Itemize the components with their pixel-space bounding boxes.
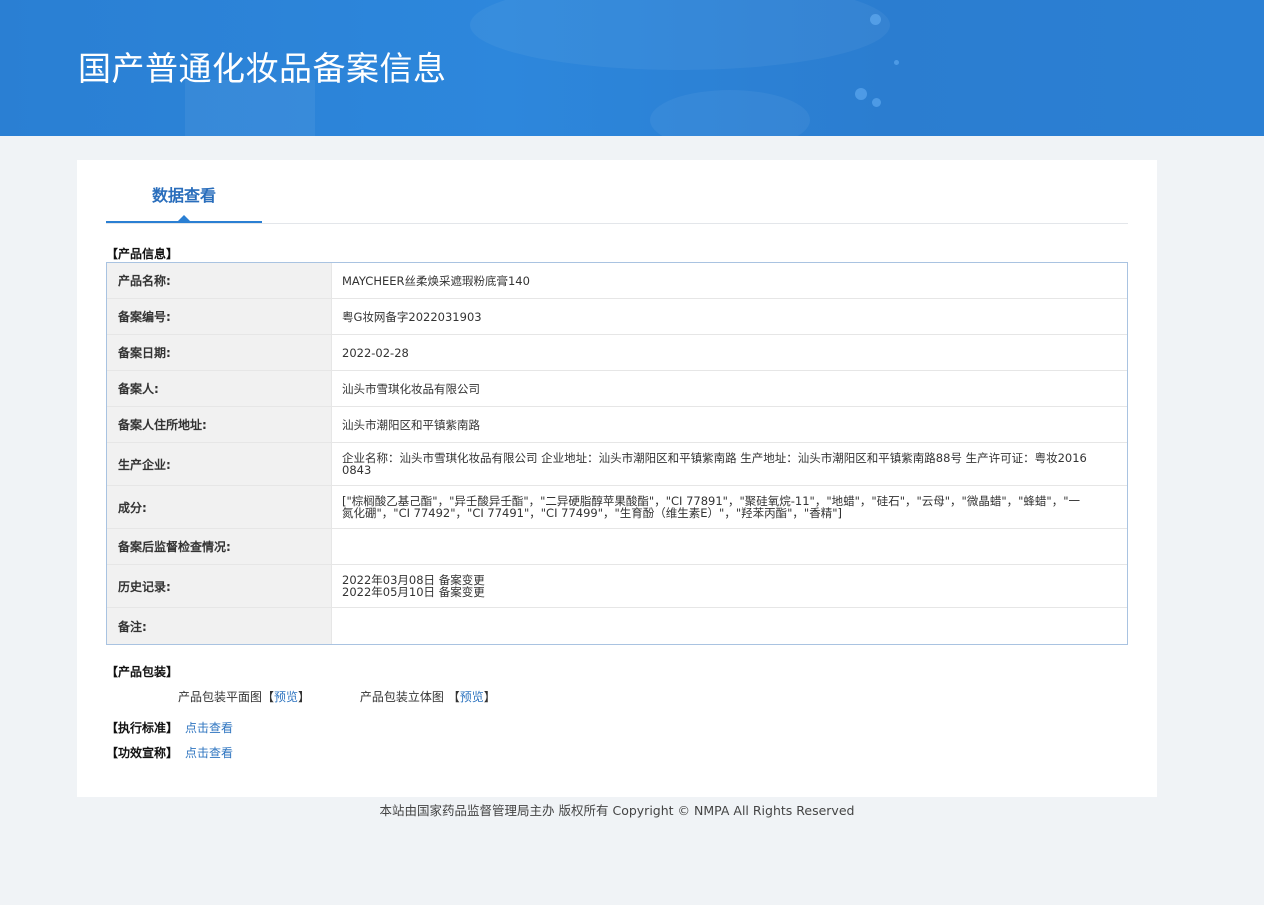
- content-card: 数据查看 【产品信息】 产品名称: MAYCHEER丝柔焕采遮瑕粉底膏140 备…: [77, 160, 1157, 797]
- header-banner: 国产普通化妆品备案信息: [0, 0, 1264, 136]
- packaging-solid-label: 产品包装立体图: [359, 690, 444, 704]
- row-value-post-inspection: [332, 529, 1127, 564]
- table-row: 成分: ["棕榈酸乙基己酯"，"异壬酸异壬酯"，"二异硬脂醇苹果酸酯"，"CI …: [107, 486, 1127, 529]
- packaging-row: 产品包装平面图【预览】 产品包装立体图 【预览】: [178, 689, 496, 705]
- standard-view-link[interactable]: 点击查看: [185, 721, 233, 735]
- banner-dot: [894, 60, 899, 65]
- efficacy-row: 【功效宣称】 点击查看: [106, 745, 233, 761]
- row-label-ingredients: 成分:: [107, 486, 332, 528]
- banner-decoration: [650, 90, 810, 136]
- table-row: 生产企业: 企业名称：汕头市雪琪化妆品有限公司 企业地址：汕头市潮阳区和平镇紫南…: [107, 443, 1127, 486]
- row-value-product-name: MAYCHEER丝柔焕采遮瑕粉底膏140: [342, 273, 530, 288]
- tab-bar: 数据查看: [106, 160, 1128, 224]
- packaging-solid-preview-link[interactable]: 预览: [460, 690, 484, 704]
- banner-dot: [855, 88, 867, 100]
- product-info-table: 产品名称: MAYCHEER丝柔焕采遮瑕粉底膏140 备案编号: 粤G妆网备字2…: [106, 262, 1128, 645]
- footer-copyright: 本站由国家药品监督管理局主办 版权所有 Copyright © NMPA All…: [379, 803, 855, 818]
- table-row: 备案后监督检查情况:: [107, 529, 1127, 565]
- banner-decoration: [470, 0, 890, 70]
- row-label-product-name: 产品名称:: [107, 263, 332, 298]
- row-value-filing-number: 粤G妆网备字2022031903: [342, 309, 482, 324]
- table-row: 备案编号: 粤G妆网备字2022031903: [107, 299, 1127, 335]
- packaging-solid: 产品包装立体图 【预览】: [359, 690, 496, 704]
- packaging-flat: 产品包装平面图【预览】: [178, 690, 311, 704]
- packaging-flat-label: 产品包装平面图: [178, 690, 263, 704]
- tab-active-caret: [178, 215, 190, 221]
- row-label-filing-date: 备案日期:: [107, 335, 332, 370]
- packaging-flat-preview-link[interactable]: 预览: [274, 690, 298, 704]
- row-label-post-inspection: 备案后监督检查情况:: [107, 529, 332, 564]
- table-row: 备注:: [107, 608, 1127, 644]
- row-label-filing-number: 备案编号:: [107, 299, 332, 334]
- efficacy-label: 【功效宣称】: [106, 746, 179, 760]
- section-title-packaging: 【产品包装】: [106, 665, 179, 679]
- row-label-filer-address: 备案人住所地址:: [107, 407, 332, 442]
- page-title: 国产普通化妆品备案信息: [78, 49, 447, 88]
- row-value-filing-date: 2022-02-28: [342, 345, 409, 360]
- standard-label: 【执行标准】: [106, 721, 179, 735]
- row-value-history: 2022年03月08日 备案变更 2022年05月10日 备案变更: [342, 573, 485, 599]
- row-value-ingredients: ["棕榈酸乙基己酯"，"异壬酸异壬酯"，"二异硬脂醇苹果酸酯"，"CI 7789…: [342, 494, 1081, 520]
- banner-dot: [872, 98, 881, 107]
- row-value-manufacturer: 企业名称：汕头市雪琪化妆品有限公司 企业地址：汕头市潮阳区和平镇紫南路 生产地址…: [342, 451, 1087, 477]
- row-value-filer-address: 汕头市潮阳区和平镇紫南路: [342, 417, 480, 432]
- tab-data-view[interactable]: 数据查看: [106, 160, 262, 223]
- table-row: 产品名称: MAYCHEER丝柔焕采遮瑕粉底膏140: [107, 263, 1127, 299]
- standard-row: 【执行标准】 点击查看: [106, 720, 233, 736]
- section-title-product-info: 【产品信息】: [106, 247, 179, 261]
- table-row: 备案人住所地址: 汕头市潮阳区和平镇紫南路: [107, 407, 1127, 443]
- row-value-filer: 汕头市雪琪化妆品有限公司: [342, 381, 480, 396]
- table-row: 备案日期: 2022-02-28: [107, 335, 1127, 371]
- row-label-manufacturer: 生产企业:: [107, 443, 332, 485]
- row-label-remarks: 备注:: [107, 608, 332, 644]
- banner-dot: [870, 14, 881, 25]
- row-label-history: 历史记录:: [107, 565, 332, 607]
- table-row: 历史记录: 2022年03月08日 备案变更 2022年05月10日 备案变更: [107, 565, 1127, 608]
- efficacy-view-link[interactable]: 点击查看: [185, 746, 233, 760]
- row-label-filer: 备案人:: [107, 371, 332, 406]
- tab-label: 数据查看: [151, 186, 216, 205]
- table-row: 备案人: 汕头市雪琪化妆品有限公司: [107, 371, 1127, 407]
- row-value-remarks: [332, 608, 1127, 644]
